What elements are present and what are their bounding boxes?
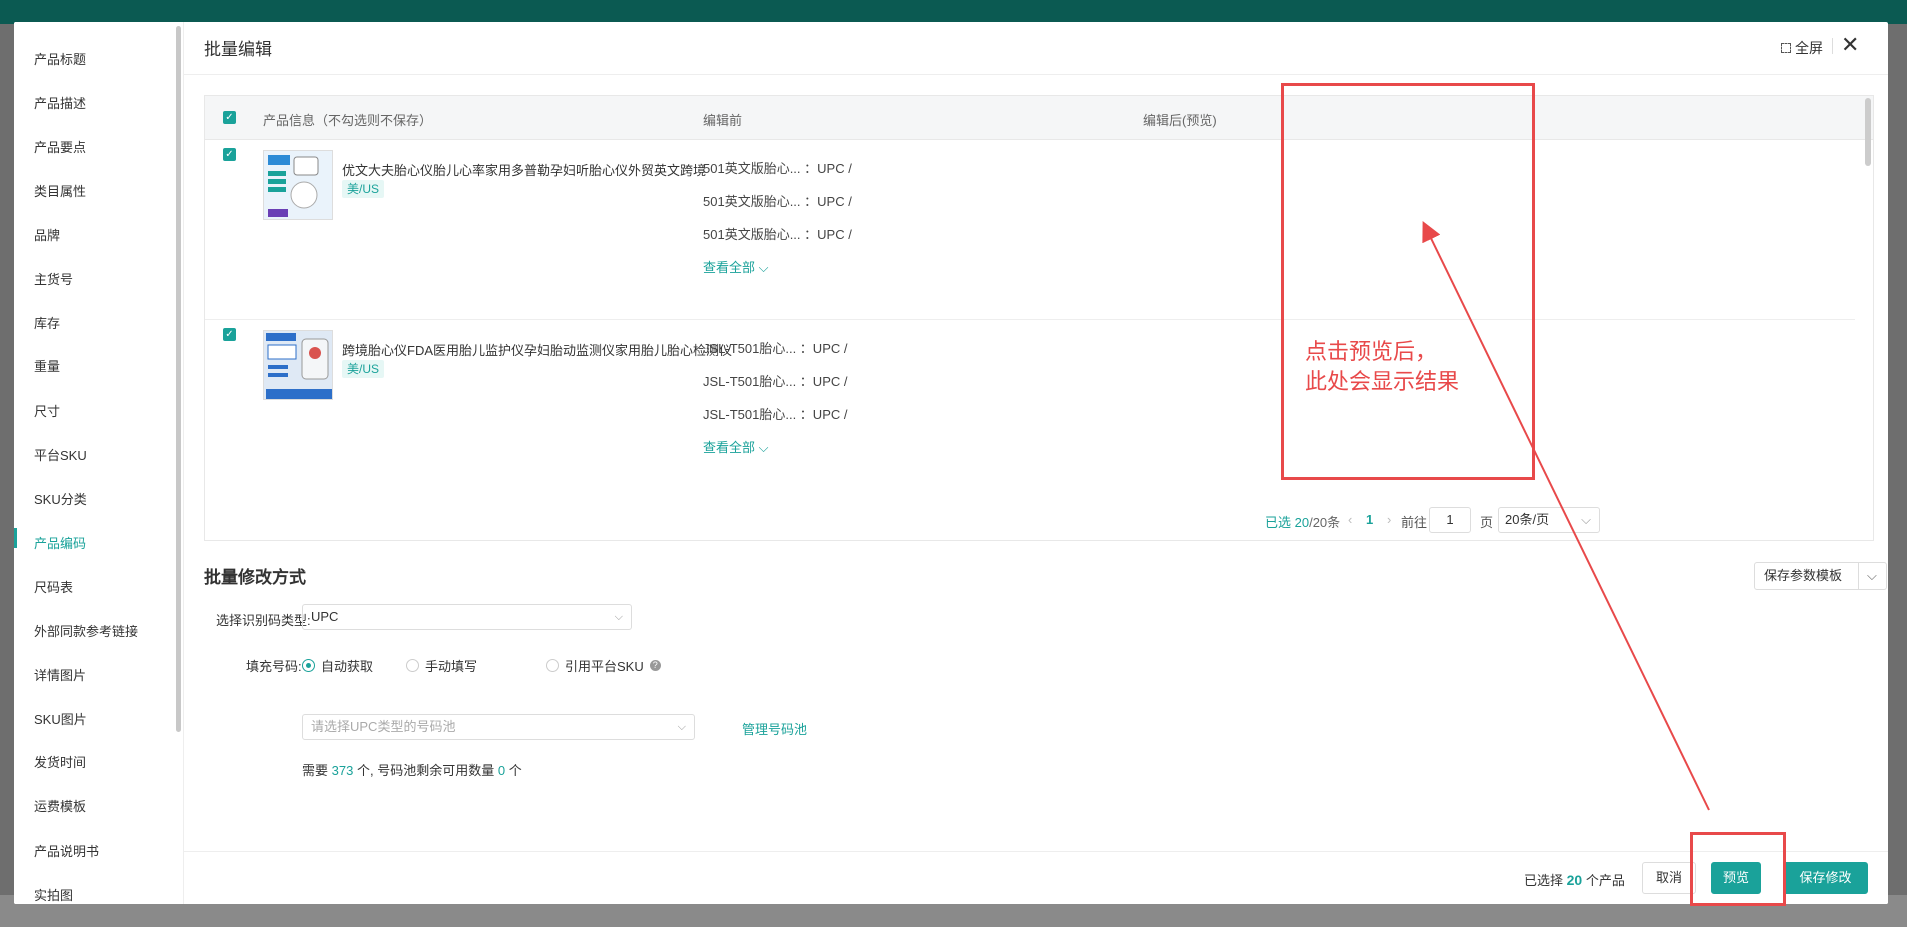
annotation-arrow	[1422, 221, 1710, 811]
